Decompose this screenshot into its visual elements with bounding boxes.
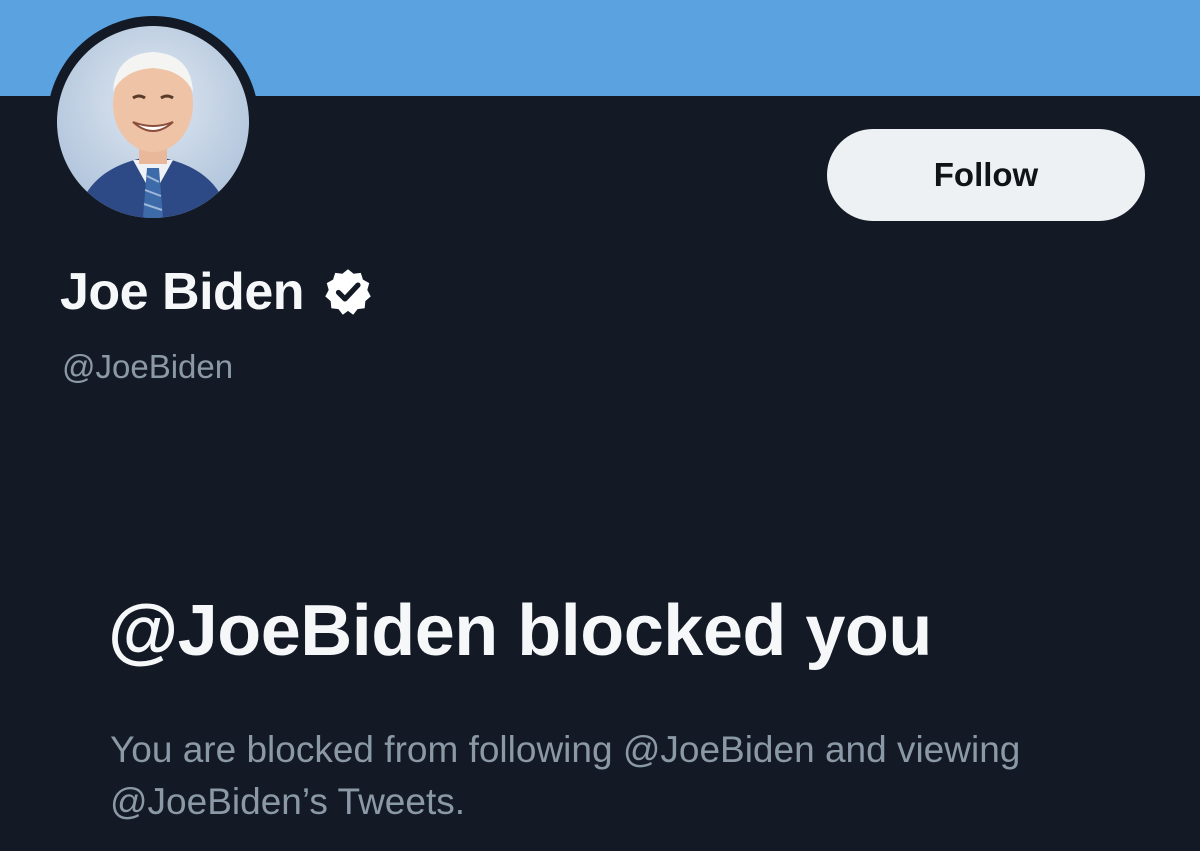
verified-badge-icon (322, 266, 374, 318)
avatar-photo (57, 26, 249, 218)
blocked-title: @JoeBiden blocked you (108, 591, 932, 671)
profile-handle: @JoeBiden (62, 348, 234, 385)
display-name: Joe Biden (60, 263, 305, 321)
blocked-message: You are blocked from following @JoeBiden… (110, 729, 1021, 822)
profile-avatar[interactable] (47, 16, 259, 228)
profile-name-row: Joe Biden (60, 262, 374, 322)
follow-button[interactable]: Follow (827, 129, 1145, 221)
